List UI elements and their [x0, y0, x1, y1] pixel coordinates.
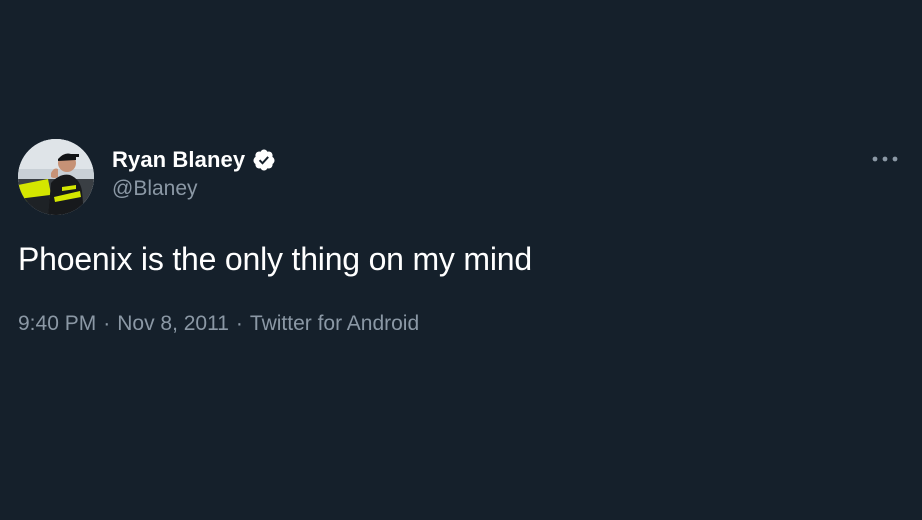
avatar-photo-icon	[18, 139, 94, 215]
tweet-date[interactable]: Nov 8, 2011	[117, 312, 229, 335]
ellipsis-icon	[872, 156, 898, 162]
more-options-button[interactable]	[868, 148, 902, 170]
author-name-row[interactable]: Ryan Blaney	[112, 145, 276, 175]
avatar[interactable]	[18, 139, 94, 215]
meta-separator: ·	[235, 312, 243, 335]
author-display-name[interactable]: Ryan Blaney	[112, 147, 245, 173]
tweet-meta: 9:40 PM · Nov 8, 2011 · Twitter for Android	[18, 312, 419, 336]
tweet-source[interactable]: Twitter for Android	[250, 312, 419, 335]
tweet-text: Phoenix is the only thing on my mind	[18, 241, 532, 277]
author-handle[interactable]: @Blaney	[112, 177, 198, 201]
tweet-card: Ryan Blaney @Blaney Phoenix is the only …	[0, 0, 922, 520]
meta-separator: ·	[103, 312, 111, 335]
verified-badge-icon	[252, 148, 276, 172]
tweet-time[interactable]: 9:40 PM	[18, 312, 96, 335]
